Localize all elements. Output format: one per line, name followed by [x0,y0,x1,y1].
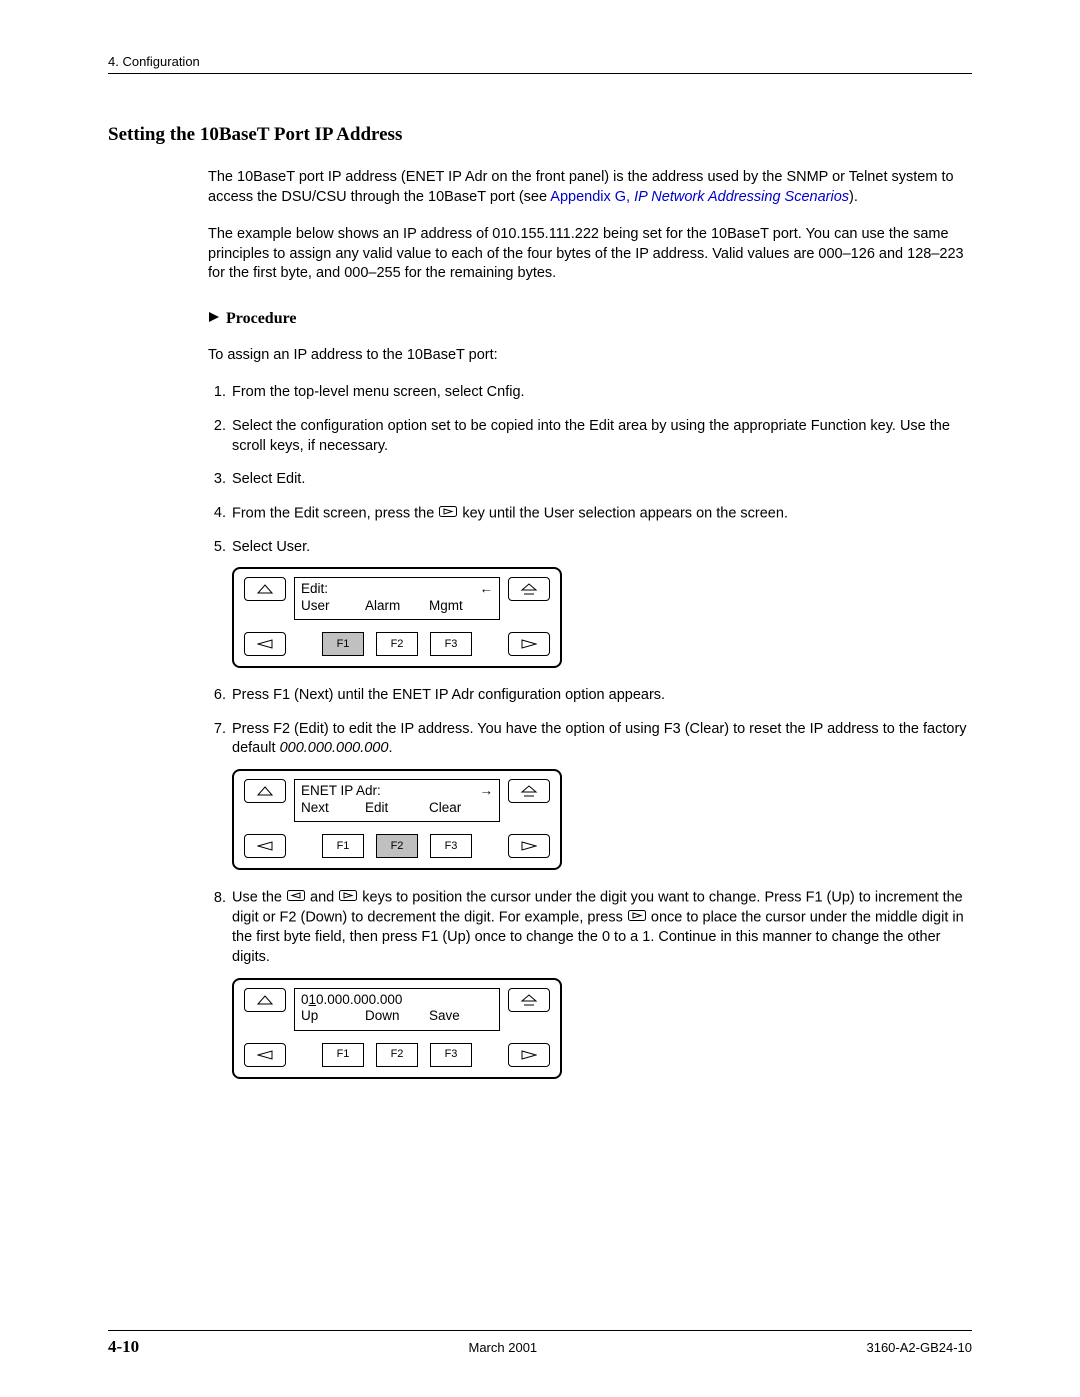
left-nav-key[interactable] [244,834,286,858]
f1-key[interactable]: F1 [322,632,364,656]
f1-key[interactable]: F1 [322,1043,364,1067]
step-1: From the top-level menu screen, select C… [230,383,972,403]
f2-key[interactable]: F2 [376,632,418,656]
f1-key[interactable]: F1 [322,834,364,858]
up-nav-key[interactable] [244,577,286,601]
up-nav-key[interactable] [244,779,286,803]
step-5: Select User. Edit: ← Us [230,538,972,669]
procedure-heading: Procedure [208,310,972,328]
triangle-right-icon [208,310,220,328]
right-key-icon [439,504,457,524]
lcd-screen: Edit: ← User Alarm Mgmt [294,577,500,620]
section-heading: Setting the 10BaseT Port IP Address [108,124,972,146]
appendix-link-title[interactable]: IP Network Addressing Scenarios [634,189,849,205]
intro-paragraph-1: The 10BaseT port IP address (ENET IP Adr… [208,168,972,207]
footer-rule [108,1330,972,1331]
home-nav-key[interactable] [508,779,550,803]
right-nav-key[interactable] [508,632,550,656]
step-3: Select Edit. [230,470,972,490]
right-key-icon [339,888,357,908]
lcd-screen: 010.000.000.000 Up Down Save [294,988,500,1031]
step-2: Select the configuration option set to b… [230,417,972,456]
page-footer: 4-10 March 2001 3160-A2-GB24-10 [108,1330,972,1357]
intro1-text-b: ). [849,189,858,205]
footer-docid: 3160-A2-GB24-10 [866,1340,972,1355]
f3-key[interactable]: F3 [430,1043,472,1067]
step-6: Press F1 (Next) until the ENET IP Adr co… [230,686,972,706]
f3-key[interactable]: F3 [430,632,472,656]
up-nav-key[interactable] [244,988,286,1012]
step-4: From the Edit screen, press the key unti… [230,504,972,524]
lcd-panel-ip: 010.000.000.000 Up Down Save [232,978,562,1079]
left-key-icon [287,888,305,908]
lcd-panel-edit: Edit: ← User Alarm Mgmt [232,567,562,668]
step-8: Use the and keys to position the cursor … [230,888,972,1078]
procedure-leadin: To assign an IP address to the 10BaseT p… [208,346,972,366]
footer-date: March 2001 [469,1340,538,1355]
home-nav-key[interactable] [508,577,550,601]
header-rule [108,73,972,74]
lcd-screen: ENET IP Adr: → Next Edit Clear [294,779,500,822]
intro-paragraph-2: The example below shows an IP address of… [208,225,972,284]
appendix-link-prefix[interactable]: Appendix G, [550,189,634,205]
right-key-icon [628,908,646,928]
f3-key[interactable]: F3 [430,834,472,858]
step-7: Press F2 (Edit) to edit the IP address. … [230,720,972,870]
right-nav-key[interactable] [508,1043,550,1067]
page-number: 4-10 [108,1337,139,1357]
ip-value: 010.000.000.000 [301,992,402,1009]
procedure-label-text: Procedure [226,310,297,327]
procedure-steps: From the top-level menu screen, select C… [230,383,972,1078]
f2-key[interactable]: F2 [376,1043,418,1067]
running-header: 4. Configuration [108,54,972,69]
left-nav-key[interactable] [244,1043,286,1067]
right-nav-key[interactable] [508,834,550,858]
f2-key[interactable]: F2 [376,834,418,858]
left-nav-key[interactable] [244,632,286,656]
home-nav-key[interactable] [508,988,550,1012]
lcd-panel-enet: ENET IP Adr: → Next Edit Clear [232,769,562,870]
